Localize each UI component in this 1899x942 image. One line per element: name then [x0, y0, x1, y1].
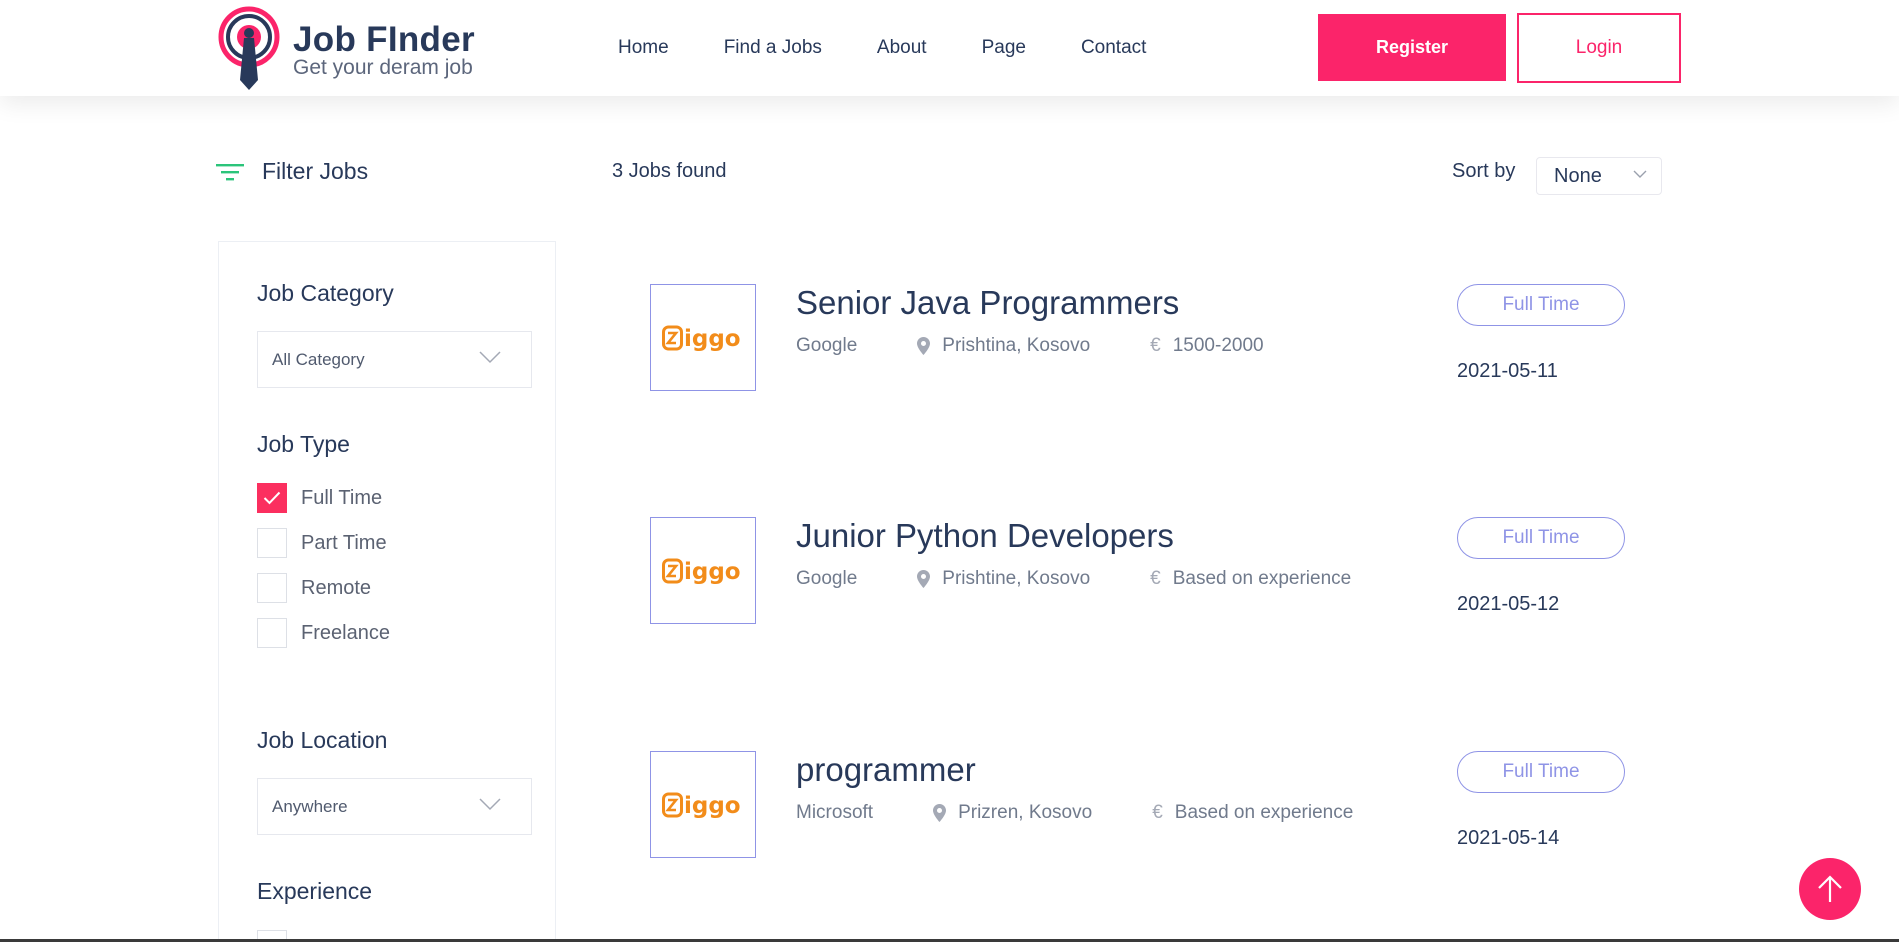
map-pin-icon [917, 570, 931, 588]
site-logo[interactable]: Job FInder Get your deram job [217, 6, 497, 90]
nav-about[interactable]: About [877, 37, 927, 59]
salary-text: Based on experience [1174, 802, 1354, 823]
nav-contact[interactable]: Contact [1081, 37, 1146, 59]
logo-title: Job FInder [293, 20, 475, 59]
job-location-select[interactable]: Anywhere [257, 778, 532, 835]
svg-text:iggo: iggo [684, 559, 741, 585]
map-pin-icon [933, 804, 947, 822]
location-text: Prizren, Kosovo [958, 802, 1093, 823]
filter-title: Filter Jobs [262, 158, 369, 184]
job-location: Prishtine, Kosovo [917, 568, 1090, 590]
company-name: Google [796, 568, 858, 589]
company-logo[interactable]: iggo [650, 517, 756, 624]
job-date: 2021-05-14 [1457, 827, 1560, 849]
job-title[interactable]: Senior Java Programmers [796, 284, 1179, 322]
map-pin-icon [917, 337, 931, 355]
job-title[interactable]: programmer [796, 751, 976, 789]
job-location: Prizren, Kosovo [933, 802, 1092, 824]
filter-icon [216, 163, 244, 180]
job-meta: Google Prishtina, Kosovo € 1500-2000 [796, 335, 1264, 357]
check-icon [263, 491, 281, 505]
job-card[interactable]: iggo Senior Java Programmers Google Pris… [650, 284, 1650, 394]
company-name: Google [796, 335, 858, 356]
job-type-badge[interactable]: Full Time [1457, 751, 1625, 793]
job-category-select[interactable]: All Category [257, 331, 532, 388]
checkbox-label: Full Time [301, 486, 383, 509]
job-type-heading: Job Type [257, 431, 350, 457]
euro-icon: € [1150, 335, 1161, 356]
nav-home[interactable]: Home [618, 37, 669, 59]
checkbox-checked[interactable] [257, 483, 287, 513]
register-button[interactable]: Register [1318, 14, 1506, 81]
login-button[interactable]: Login [1517, 13, 1681, 83]
checkbox-label: Remote [301, 576, 372, 599]
job-title[interactable]: Junior Python Developers [796, 517, 1174, 555]
salary-text: 1500-2000 [1172, 335, 1264, 356]
jobs-found-count: 3 Jobs found [612, 160, 727, 182]
ziggo-logo-icon: iggo [662, 325, 741, 352]
filter-sidebar: Job Category All Category Job Type Full … [218, 241, 556, 942]
job-meta: Microsoft Prizren, Kosovo € Based on exp… [796, 802, 1353, 824]
company-logo[interactable]: iggo [650, 751, 756, 858]
main-nav: Home Find a Jobs About Page Contact [618, 37, 1146, 59]
logo-mark-icon [218, 6, 280, 90]
checkbox[interactable] [257, 573, 287, 603]
ziggo-logo-icon: iggo [662, 792, 741, 819]
job-type-badge[interactable]: Full Time [1457, 517, 1625, 559]
job-card[interactable]: iggo Junior Python Developers Google Pri… [650, 517, 1650, 627]
job-type-full-time[interactable]: Full Time [257, 483, 382, 513]
euro-icon: € [1152, 802, 1163, 823]
checkbox[interactable] [257, 618, 287, 648]
filter-header: Filter Jobs [216, 158, 368, 185]
checkbox-label: Freelance [301, 621, 390, 644]
sort-select[interactable]: None [1536, 157, 1662, 195]
nav-find-jobs[interactable]: Find a Jobs [724, 37, 822, 59]
job-location-value: Anywhere [272, 796, 348, 816]
job-type-badge[interactable]: Full Time [1457, 284, 1625, 326]
chevron-down-icon [1633, 170, 1647, 178]
svg-text:iggo: iggo [684, 326, 741, 352]
job-type-part-time[interactable]: Part Time [257, 528, 387, 558]
job-type-remote[interactable]: Remote [257, 573, 371, 603]
job-salary: € 1500-2000 [1150, 335, 1263, 357]
svg-text:iggo: iggo [684, 793, 741, 819]
euro-icon: € [1150, 568, 1161, 589]
job-salary: € Based on experience [1152, 802, 1353, 824]
sort-value: None [1554, 164, 1602, 187]
experience-heading: Experience [257, 878, 373, 904]
sort-label: Sort by [1452, 160, 1516, 182]
scroll-to-top-button[interactable] [1799, 858, 1861, 920]
chevron-down-icon [479, 798, 501, 811]
job-date: 2021-05-11 [1457, 360, 1558, 382]
job-type-freelance[interactable]: Freelance [257, 618, 390, 648]
checkbox[interactable] [257, 528, 287, 558]
site-header: Job FInder Get your deram job Home Find … [0, 0, 1899, 96]
location-text: Prishtina, Kosovo [942, 335, 1091, 356]
job-location-heading: Job Location [257, 727, 388, 753]
job-category-value: All Category [272, 349, 365, 369]
job-date: 2021-05-12 [1457, 593, 1560, 615]
job-meta: Google Prishtine, Kosovo € Based on expe… [796, 568, 1351, 590]
company-name: Microsoft [796, 802, 874, 823]
company-logo[interactable]: iggo [650, 284, 756, 391]
job-card[interactable]: iggo programmer Microsoft Prizren, Kosov… [650, 751, 1650, 861]
location-text: Prishtine, Kosovo [942, 568, 1091, 589]
job-category-heading: Job Category [257, 280, 394, 306]
chevron-down-icon [479, 351, 501, 364]
logo-subtitle: Get your deram job [293, 56, 473, 79]
nav-page[interactable]: Page [982, 37, 1026, 59]
job-location: Prishtina, Kosovo [917, 335, 1090, 357]
job-salary: € Based on experience [1150, 568, 1351, 590]
checkbox-label: Part Time [301, 531, 387, 554]
ziggo-logo-icon: iggo [662, 558, 741, 585]
arrow-up-icon [1818, 875, 1842, 902]
salary-text: Based on experience [1172, 568, 1352, 589]
